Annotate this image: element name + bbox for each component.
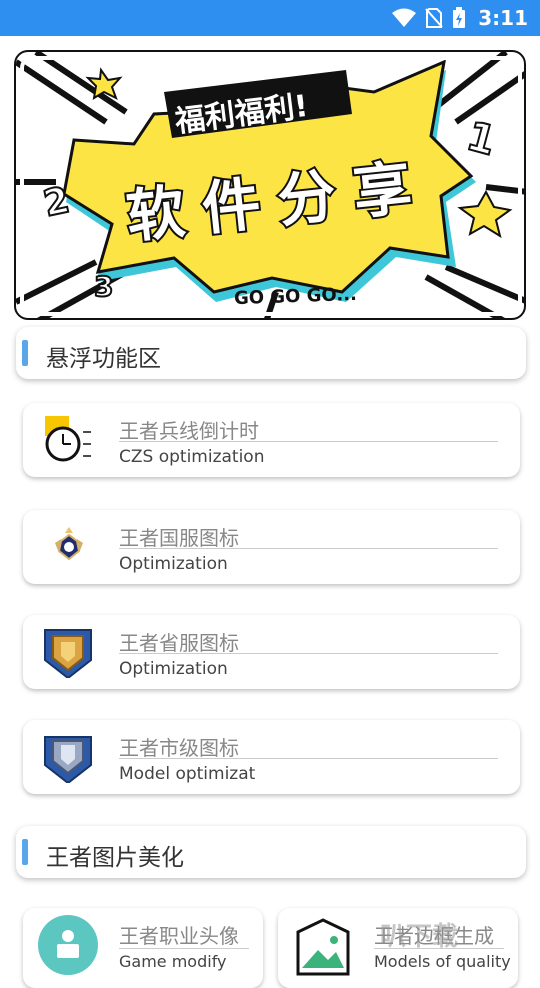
section-title: 悬浮功能区 [46,346,161,372]
wifi-icon [392,8,417,27]
status-icons: 3:11 [392,6,528,30]
no-sim-icon [425,8,443,28]
card-subtitle: CZS optimization [119,447,265,467]
card-title: 王者省服图标 [119,631,239,655]
card-title: 王者国服图标 [119,526,239,550]
card-divider [119,653,498,654]
banner-image[interactable]: 福利福利! 软件分享 GO GO GO... 1 2 3 [14,50,526,320]
watermark-text: 叭下载 [380,922,459,952]
battery-charging-icon [453,7,466,28]
national-server-badge-icon [55,527,83,561]
section-floating-features: 悬浮功能区 [16,327,526,379]
card-subtitle: Optimization [119,659,228,679]
card-divider [119,548,498,549]
card-subtitle: Game modify [119,952,227,971]
stopwatch-icon [45,416,91,462]
card-subtitle: Optimization [119,554,228,574]
section-accent-bar [22,340,28,366]
status-bar: 3:11 [0,0,540,36]
card-national-server-icon[interactable]: 王者国服图标 Optimization [23,510,520,584]
frame-image-icon [296,918,350,976]
card-title: 王者兵线倒计时 [119,419,259,443]
status-time: 3:11 [478,6,528,30]
card-subtitle: Model optimizat [119,764,256,784]
province-badge-icon [44,629,92,678]
banner-number-3: 3 [94,270,113,303]
banner-number-1: 1 [462,113,501,165]
section-accent-bar [22,839,28,865]
card-title: 王者职业头像 [119,924,239,948]
card-city-level-icon[interactable]: 王者市级图标 Model optimizat [23,720,520,794]
profession-avatar-icon [38,915,98,975]
city-badge-icon [44,736,92,783]
card-divider [119,948,249,949]
card-divider [119,441,498,442]
card-divider [119,758,498,759]
card-title: 王者市级图标 [119,736,239,760]
section-image-beautify: 王者图片美化 [16,826,526,878]
section-title: 王者图片美化 [46,845,184,871]
banner-graphic: 福利福利! 软件分享 GO GO GO... 1 2 3 [16,52,524,318]
card-minion-countdown[interactable]: 王者兵线倒计时 CZS optimization [23,403,520,477]
card-subtitle: Models of quality [374,952,511,971]
card-province-server-icon[interactable]: 王者省服图标 Optimization [23,615,520,689]
banner-footer-text: GO GO GO... [234,284,358,309]
card-profession-avatar[interactable]: 王者职业头像 Game modify [23,908,263,988]
